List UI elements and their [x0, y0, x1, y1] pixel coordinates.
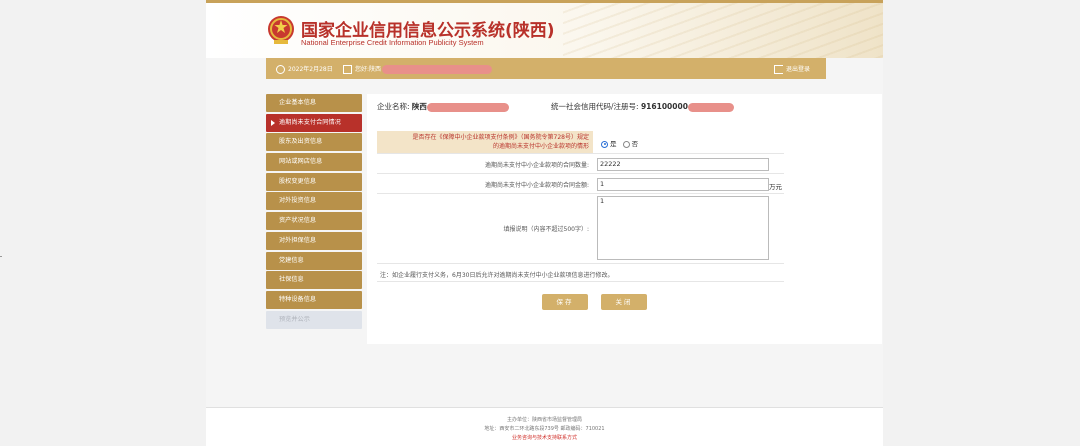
footer-sponsor: 主办单位：陕西省市场监督管理局: [506, 417, 582, 423]
footer-address: 地址：西安市二环北路东段739号 邮政编码：710021: [484, 426, 605, 432]
corp-name-value: 陕西: [411, 102, 427, 111]
radio-yes[interactable]: 是: [601, 140, 617, 148]
form-row-exists: 是否存在《保障中小企业款项支付条例》（国务院令第728号）规定 的逾期尚未支付中…: [377, 131, 784, 154]
sidebar-item-preview-publish: 预览并公示: [266, 310, 362, 329]
save-button[interactable]: 保存: [542, 294, 588, 310]
corp-code-label: 统一社会信用代码/注册号:: [551, 102, 639, 111]
radio-no-circle[interactable]: [622, 140, 630, 148]
user-info-bar: 2022年2月28日 您好:陕西 退出登录: [266, 58, 826, 79]
user-card-icon: [343, 65, 352, 74]
site-footer: 主办单位：陕西省市场监督管理局 地址：西安市二环北路东段739号 邮政编码：71…: [206, 407, 883, 446]
edge-tick: [0, 256, 2, 257]
form-row-amount: 逾期尚未支付中小企业款项的合同金额: 1 万元: [377, 174, 784, 194]
site-subtitle: National Enterprise Credit Information P…: [301, 38, 484, 47]
sidebar-item-shareholders[interactable]: 股东及出资信息: [266, 133, 362, 152]
form-row-note: 注：如企业履行支付义务，6月30日后允许对逾期尚未支付中小企业款项信息进行修改。: [377, 264, 784, 282]
date-text: 2022年2月28日: [288, 66, 333, 73]
sidebar-item-equity-changes[interactable]: 股权变更信息: [266, 172, 362, 191]
exists-radio-group: 是 否: [601, 138, 638, 148]
overdue-contract-form: 是否存在《保障中小企业款项支付条例》（国务院令第728号）规定 的逾期尚未支付中…: [377, 131, 784, 282]
sidebar-item-special-equipment[interactable]: 特种设备信息: [266, 290, 362, 309]
contract-amount-input[interactable]: 1: [597, 178, 769, 191]
logout-label: 退出登录: [786, 66, 811, 73]
site-header: 国家企业信用信息公示系统(陕西) National Enterprise Cre…: [206, 3, 883, 58]
form-row-count: 逾期尚未支付中小企业款项的合同数量: 22222: [377, 154, 784, 174]
exists-question-label: 是否存在《保障中小企业款项支付条例》（国务院令第728号）规定 的逾期尚未支付中…: [377, 131, 593, 153]
radio-no-label[interactable]: 否: [632, 140, 639, 148]
amount-unit: 万元: [769, 183, 782, 191]
header-decoration: [563, 3, 883, 58]
greeting-prefix: 您好:: [355, 66, 370, 73]
exists-question-line1: 是否存在《保障中小企业款项支付条例》（国务院令第728号）规定: [412, 134, 589, 141]
corp-code: 统一社会信用代码/注册号: 916100000: [551, 101, 734, 112]
sidebar-item-guarantees[interactable]: 对外担保信息: [266, 231, 362, 250]
corp-code-value: 916100000: [640, 102, 688, 111]
sidebar: 企业基本信息 逾期尚未支付合同情况 股东及出资信息 网站或网店信息 股权变更信息…: [266, 94, 362, 330]
contract-amount-label: 逾期尚未支付中小企业款项的合同金额:: [484, 182, 589, 189]
national-emblem-icon: [268, 16, 294, 44]
corp-name: 企业名称: 陕西: [377, 101, 509, 112]
sidebar-item-basic-info[interactable]: 企业基本信息: [266, 94, 362, 112]
sidebar-item-websites[interactable]: 网站或网店信息: [266, 153, 362, 172]
redacted-user-name: [382, 65, 493, 74]
form-note: 注：如企业履行支付义务，6月30日后允许对逾期尚未支付中小企业款项信息进行修改。: [380, 272, 614, 279]
exists-question-line2: 的逾期尚未支付中小企业款项的情形: [492, 143, 589, 150]
close-button[interactable]: 关闭: [601, 294, 647, 310]
radio-no[interactable]: 否: [622, 140, 639, 148]
redacted-corp-name: [426, 102, 509, 112]
description-textarea[interactable]: 1: [597, 196, 769, 260]
logout-icon: [774, 65, 783, 74]
footer-support-link[interactable]: 业务咨询与技术支持联系方式: [206, 434, 883, 441]
radio-yes-label[interactable]: 是: [610, 140, 617, 148]
sidebar-item-assets[interactable]: 资产状况信息: [266, 212, 362, 231]
corp-name-label: 企业名称:: [377, 102, 410, 111]
logout-link[interactable]: 退出登录: [774, 64, 810, 74]
sidebar-item-overdue-contracts[interactable]: 逾期尚未支付合同情况: [266, 113, 362, 132]
user-greeting: 您好:陕西: [343, 64, 493, 74]
sidebar-item-investments[interactable]: 对外投资信息: [266, 192, 362, 211]
user-name: 陕西: [369, 66, 382, 73]
sidebar-item-party[interactable]: 党建信息: [266, 251, 362, 270]
radio-yes-circle[interactable]: [601, 140, 608, 148]
redacted-corp-code: [687, 102, 734, 112]
contract-count-input[interactable]: 22222: [597, 158, 769, 171]
description-label: 填报说明（内容不超过500字）:: [503, 226, 589, 233]
form-row-description: 填报说明（内容不超过500字）: 1: [377, 194, 784, 264]
contract-count-label: 逾期尚未支付中小企业款项的合同数量:: [484, 162, 589, 169]
clock-icon: [276, 65, 285, 74]
sidebar-item-social-security[interactable]: 社保信息: [266, 271, 362, 290]
date-display: 2022年2月28日: [276, 64, 333, 74]
